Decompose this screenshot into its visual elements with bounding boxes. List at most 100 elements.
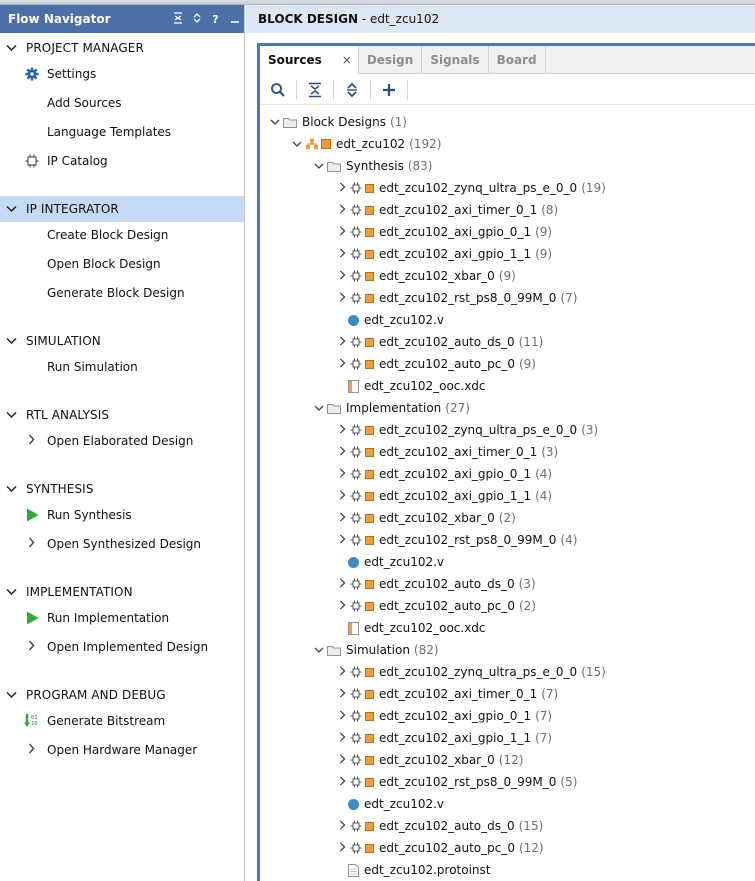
chevron-down-icon[interactable]: [291, 138, 303, 151]
tab-signals[interactable]: Signals: [422, 46, 489, 74]
tree-item-edt-zcu102-xbar-0[interactable]: edt_zcu102_xbar_0 (12): [336, 749, 523, 771]
chevron-right-icon[interactable]: [336, 754, 348, 767]
tree-item-edt-zcu102-axi-gpio-1-1[interactable]: edt_zcu102_axi_gpio_1_1 (4): [336, 485, 552, 507]
chevron-right-icon[interactable]: [28, 537, 35, 551]
expand-icon[interactable]: [187, 12, 206, 27]
tree-group-synthesis[interactable]: Synthesis (83): [313, 155, 433, 177]
tree-item-edt-zcu102-axi-gpio-0-1[interactable]: edt_zcu102_axi_gpio_0_1 (9): [336, 221, 552, 243]
tree-node-edt-zcu102[interactable]: edt_zcu102 (192): [291, 133, 441, 155]
tree-item-edt-zcu102-ooc-xdc[interactable]: edt_zcu102_ooc.xdc: [348, 617, 486, 639]
chevron-right-icon[interactable]: [336, 270, 348, 283]
tree-item-edt-zcu102-axi-gpio-0-1[interactable]: edt_zcu102_axi_gpio_0_1 (7): [336, 705, 552, 727]
section-synthesis[interactable]: SYNTHESIS: [0, 476, 244, 502]
help-icon[interactable]: ?: [206, 13, 225, 26]
chevron-right-icon[interactable]: [336, 292, 348, 305]
tree-group-implementation[interactable]: Implementation (27): [313, 397, 470, 419]
add-icon[interactable]: [377, 78, 401, 102]
tree-item-edt-zcu102-axi-timer-0-1[interactable]: edt_zcu102_axi_timer_0_1 (3): [336, 441, 558, 463]
tree-item-edt-zcu102-axi-gpio-1-1[interactable]: edt_zcu102_axi_gpio_1_1 (7): [336, 727, 552, 749]
chevron-right-icon[interactable]: [336, 226, 348, 239]
nav-item-open-implemented-design[interactable]: Open Implemented Design: [0, 635, 244, 659]
tab-design[interactable]: Design: [359, 46, 423, 74]
chevron-right-icon[interactable]: [336, 820, 348, 833]
chevron-right-icon[interactable]: [336, 512, 348, 525]
section-rtl-analysis[interactable]: RTL ANALYSIS: [0, 402, 244, 428]
nav-item-create-block-design[interactable]: Create Block Design: [0, 223, 244, 247]
tree-item-edt-zcu102-protoinst[interactable]: edt_zcu102.protoinst: [348, 859, 491, 881]
tree-item-edt-zcu102-v[interactable]: edt_zcu102.v: [348, 793, 444, 815]
tree-item-edt-zcu102-axi-timer-0-1[interactable]: edt_zcu102_axi_timer_0_1 (8): [336, 199, 558, 221]
tree-item-edt-zcu102-xbar-0[interactable]: edt_zcu102_xbar_0 (9): [336, 265, 516, 287]
search-icon[interactable]: [266, 78, 290, 102]
chevron-down-icon[interactable]: [269, 116, 281, 129]
chevron-down-icon[interactable]: [313, 402, 325, 415]
section-project-manager[interactable]: PROJECT MANAGER: [0, 35, 244, 61]
chevron-down-icon[interactable]: [6, 483, 18, 496]
chevron-right-icon[interactable]: [336, 468, 348, 481]
chevron-down-icon[interactable]: [6, 586, 18, 599]
chevron-right-icon[interactable]: [336, 776, 348, 789]
tree-group-simulation[interactable]: Simulation (82): [313, 639, 439, 661]
chevron-right-icon[interactable]: [336, 578, 348, 591]
chevron-right-icon[interactable]: [28, 640, 35, 654]
tree-node-block-designs[interactable]: Block Designs (1): [269, 111, 407, 133]
section-implementation[interactable]: IMPLEMENTATION: [0, 579, 244, 605]
nav-item-generate-bitstream[interactable]: 01 10 Generate Bitstream: [0, 709, 244, 733]
chevron-right-icon[interactable]: [336, 446, 348, 459]
tree-item-edt-zcu102-auto-ds-0[interactable]: edt_zcu102_auto_ds_0 (15): [336, 815, 543, 837]
chevron-right-icon[interactable]: [336, 688, 348, 701]
nav-item-run-simulation[interactable]: Run Simulation: [0, 355, 244, 379]
chevron-right-icon[interactable]: [28, 434, 35, 448]
tree-item-edt-zcu102-rst-ps8-0-99m-0[interactable]: edt_zcu102_rst_ps8_0_99M_0 (4): [336, 529, 577, 551]
nav-item-open-synthesized-design[interactable]: Open Synthesized Design: [0, 532, 244, 556]
chevron-right-icon[interactable]: [336, 424, 348, 437]
tree-item-edt-zcu102-zynq-ultra-ps-e-0-0[interactable]: edt_zcu102_zynq_ultra_ps_e_0_0 (15): [336, 661, 606, 683]
collapse-all-icon[interactable]: [303, 78, 327, 102]
tree-item-edt-zcu102-auto-ds-0[interactable]: edt_zcu102_auto_ds_0 (11): [336, 331, 543, 353]
tree-item-edt-zcu102-xbar-0[interactable]: edt_zcu102_xbar_0 (2): [336, 507, 516, 529]
tree-item-edt-zcu102-axi-timer-0-1[interactable]: edt_zcu102_axi_timer_0_1 (7): [336, 683, 558, 705]
tree-item-edt-zcu102-auto-pc-0[interactable]: edt_zcu102_auto_pc_0 (12): [336, 837, 544, 859]
nav-item-ip-catalog[interactable]: IP Catalog: [0, 149, 244, 173]
chevron-right-icon[interactable]: [336, 204, 348, 217]
section-simulation[interactable]: SIMULATION: [0, 328, 244, 354]
nav-item-run-synthesis[interactable]: Run Synthesis: [0, 503, 244, 527]
chevron-right-icon[interactable]: [336, 336, 348, 349]
nav-item-language-templates[interactable]: Language Templates: [0, 120, 244, 144]
chevron-right-icon[interactable]: [336, 534, 348, 547]
chevron-down-icon[interactable]: [313, 644, 325, 657]
tree-item-edt-zcu102-ooc-xdc[interactable]: edt_zcu102_ooc.xdc: [348, 375, 486, 397]
chevron-right-icon[interactable]: [336, 842, 348, 855]
section-ip-integrator[interactable]: IP INTEGRATOR: [0, 196, 244, 222]
tab-sources[interactable]: Sources ×: [260, 46, 359, 74]
chevron-down-icon[interactable]: [6, 689, 18, 702]
minimize-icon[interactable]: [225, 12, 244, 27]
tab-board[interactable]: Board: [489, 46, 546, 74]
chevron-right-icon[interactable]: [336, 490, 348, 503]
tree-item-edt-zcu102-axi-gpio-1-1[interactable]: edt_zcu102_axi_gpio_1_1 (9): [336, 243, 552, 265]
chevron-right-icon[interactable]: [336, 710, 348, 723]
chevron-down-icon[interactable]: [6, 335, 18, 348]
chevron-right-icon[interactable]: [336, 182, 348, 195]
chevron-right-icon[interactable]: [336, 600, 348, 613]
tree-item-edt-zcu102-auto-pc-0[interactable]: edt_zcu102_auto_pc_0 (2): [336, 595, 536, 617]
nav-item-add-sources[interactable]: Add Sources: [0, 91, 244, 115]
nav-item-run-implementation[interactable]: Run Implementation: [0, 606, 244, 630]
chevron-right-icon[interactable]: [336, 732, 348, 745]
chevron-down-icon[interactable]: [6, 409, 18, 422]
expand-all-icon[interactable]: [340, 78, 364, 102]
tree-item-edt-zcu102-rst-ps8-0-99m-0[interactable]: edt_zcu102_rst_ps8_0_99M_0 (5): [336, 771, 577, 793]
chevron-right-icon[interactable]: [336, 666, 348, 679]
nav-item-open-hardware-manager[interactable]: Open Hardware Manager: [0, 738, 244, 762]
nav-item-settings[interactable]: Settings: [0, 62, 244, 86]
tree-item-edt-zcu102-axi-gpio-0-1[interactable]: edt_zcu102_axi_gpio_0_1 (4): [336, 463, 552, 485]
chevron-down-icon[interactable]: [6, 203, 18, 216]
tree-item-edt-zcu102-zynq-ultra-ps-e-0-0[interactable]: edt_zcu102_zynq_ultra_ps_e_0_0 (19): [336, 177, 606, 199]
chevron-down-icon[interactable]: [313, 160, 325, 173]
tab-close-icon[interactable]: ×: [342, 53, 352, 67]
nav-item-open-block-design[interactable]: Open Block Design: [0, 252, 244, 276]
tree-item-edt-zcu102-v[interactable]: edt_zcu102.v: [348, 551, 444, 573]
nav-item-generate-block-design[interactable]: Generate Block Design: [0, 281, 244, 305]
tree-item-edt-zcu102-auto-ds-0[interactable]: edt_zcu102_auto_ds_0 (3): [336, 573, 536, 595]
section-program-and-debug[interactable]: PROGRAM AND DEBUG: [0, 682, 244, 708]
